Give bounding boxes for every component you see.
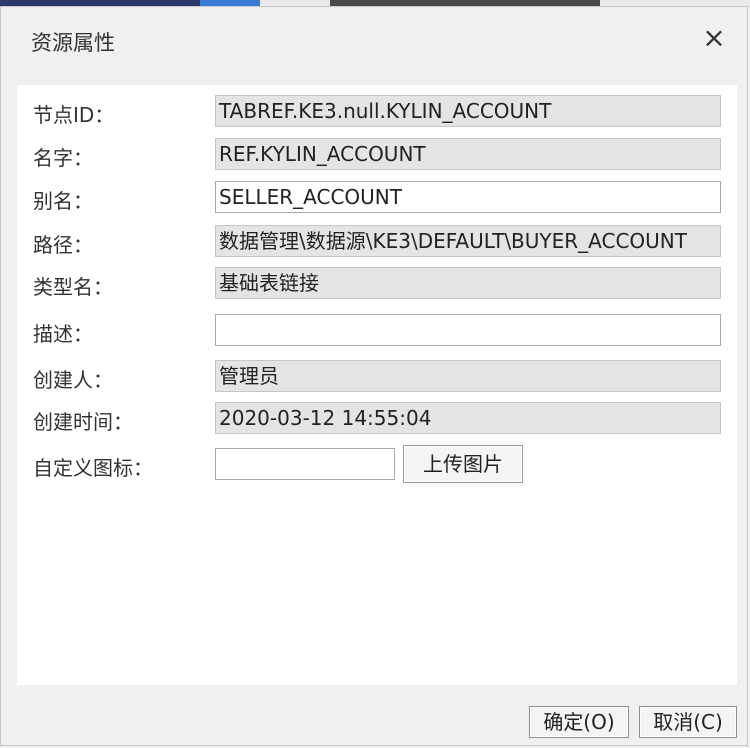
dialog-title: 资源属性 <box>31 31 115 55</box>
custom-icon-row: 自定义图标： 上传图片 <box>17 445 737 483</box>
node-id-label: 节点ID： <box>33 103 115 127</box>
alias-label: 别名： <box>33 189 93 213</box>
node-id-row: 节点ID： TABREF.KE3.null.KYLIN_ACCOUNT <box>17 95 737 129</box>
description-input[interactable] <box>215 314 721 346</box>
resource-properties-dialog: 资源属性 × 节点ID： TABREF.KE3.null.KYLIN_ACCOU… <box>0 6 748 746</box>
cancel-button[interactable]: 取消(C) <box>639 706 737 738</box>
alias-input[interactable]: SELLER_ACCOUNT <box>215 181 721 213</box>
created-time-label: 创建时间： <box>33 410 133 434</box>
path-row: 路径： 数据管理\数据源\KE3\DEFAULT\BUYER_ACCOUNT <box>17 225 737 259</box>
node-id-field: TABREF.KE3.null.KYLIN_ACCOUNT <box>215 95 721 127</box>
path-label: 路径： <box>33 233 93 257</box>
name-field: REF.KYLIN_ACCOUNT <box>215 138 721 170</box>
name-label: 名字： <box>33 146 93 170</box>
creator-row: 创建人： 管理员 <box>17 360 737 394</box>
custom-icon-input[interactable] <box>215 448 395 480</box>
properties-panel: 节点ID： TABREF.KE3.null.KYLIN_ACCOUNT 名字： … <box>17 85 737 685</box>
description-label: 描述： <box>33 322 93 346</box>
upload-image-button[interactable]: 上传图片 <box>403 445 523 483</box>
description-row: 描述： <box>17 314 737 348</box>
close-icon[interactable]: × <box>699 23 729 53</box>
type-name-label: 类型名： <box>33 275 113 299</box>
type-name-field: 基础表链接 <box>215 267 721 299</box>
created-time-row: 创建时间： 2020-03-12 14:55:04 <box>17 402 737 436</box>
created-time-field: 2020-03-12 14:55:04 <box>215 402 721 434</box>
ok-button[interactable]: 确定(O) <box>529 706 629 738</box>
type-name-row: 类型名： 基础表链接 <box>17 267 737 301</box>
alias-row: 别名： SELLER_ACCOUNT <box>17 181 737 215</box>
name-row: 名字： REF.KYLIN_ACCOUNT <box>17 138 737 172</box>
creator-label: 创建人： <box>33 368 113 392</box>
path-field: 数据管理\数据源\KE3\DEFAULT\BUYER_ACCOUNT <box>215 225 721 257</box>
dialog-titlebar[interactable]: 资源属性 × <box>1 7 747 69</box>
creator-field: 管理员 <box>215 360 721 392</box>
custom-icon-label: 自定义图标： <box>33 456 153 480</box>
